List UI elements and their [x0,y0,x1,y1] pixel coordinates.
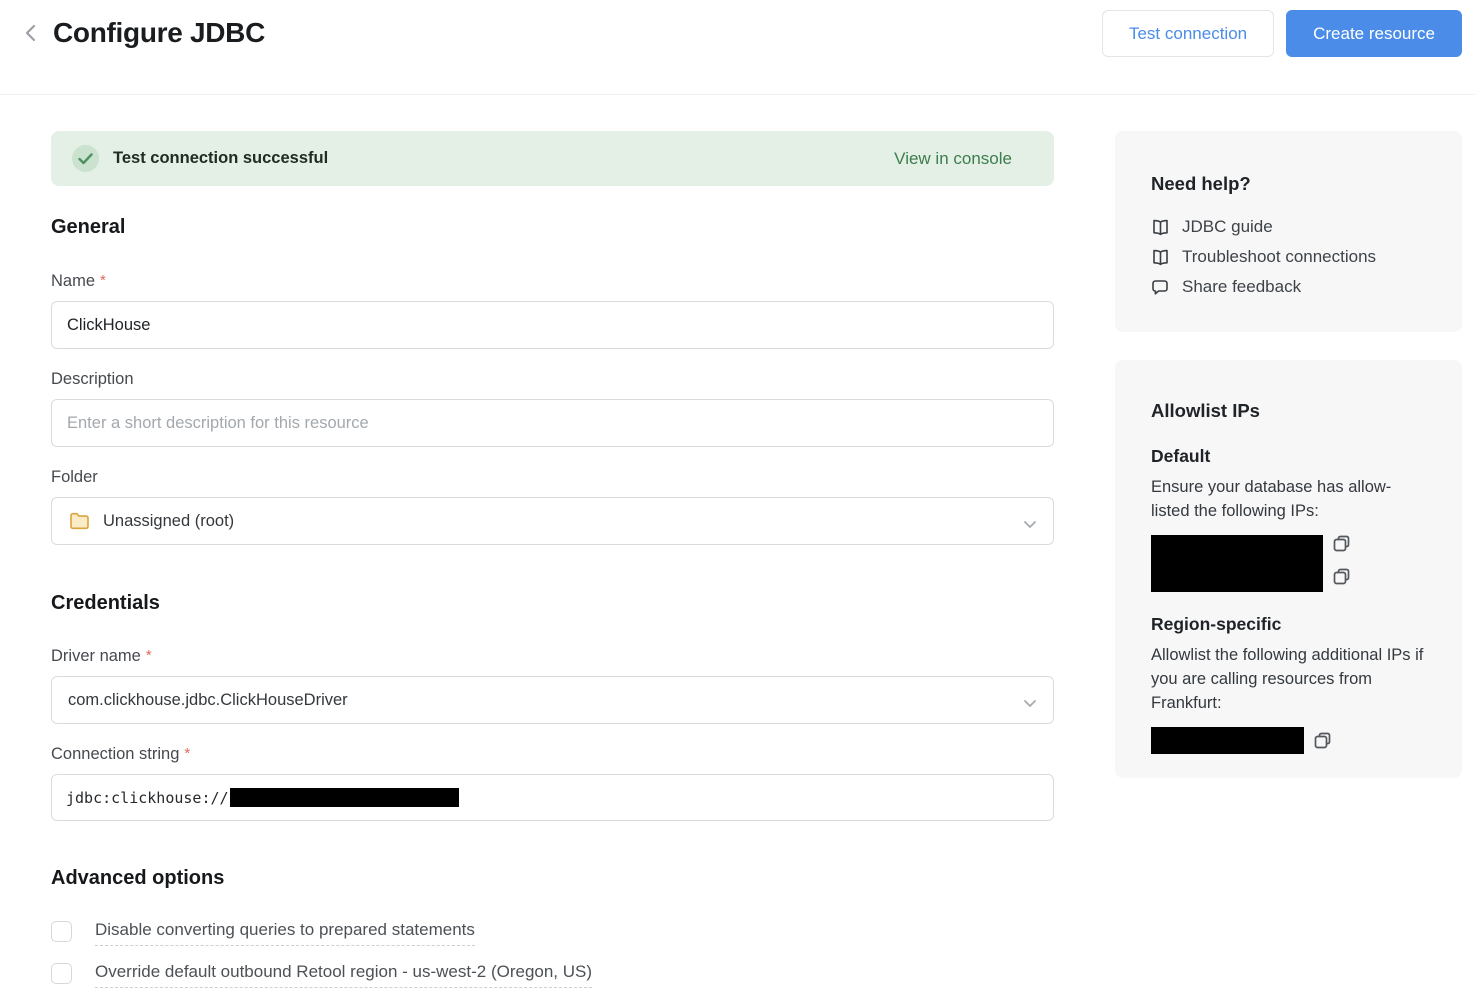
book-icon [1151,219,1170,236]
copy-ip-button[interactable] [1333,535,1350,555]
credentials-heading: Credentials [51,592,1054,615]
default-ip-row [1151,535,1442,592]
option-label: Override default outbound Retool region … [95,962,592,988]
create-resource-button[interactable]: Create resource [1286,10,1462,57]
back-button[interactable] [18,22,42,46]
required-asterisk: * [184,745,190,762]
region-description: Allowlist the following additional IPs i… [1151,643,1433,715]
connection-string-input[interactable]: jdbc:clickhouse:// [51,774,1054,821]
name-input[interactable] [51,301,1054,349]
driver-name-select[interactable]: com.clickhouse.jdbc.ClickHouseDriver [51,676,1054,724]
page-header: Configure JDBC Test connection Create re… [0,0,1475,95]
folder-label: Folder [51,468,1054,487]
copy-icon [1333,535,1350,555]
view-in-console-link[interactable]: View in console [894,149,1012,169]
check-circle-icon [72,145,99,172]
test-connection-button[interactable]: Test connection [1102,10,1274,57]
banner-message: Test connection successful [113,149,328,168]
page-title: Configure JDBC [53,17,265,49]
default-description: Ensure your database has allow-listed th… [1151,475,1407,523]
folder-value: Unassigned (root) [103,512,234,531]
help-links: JDBC guide Troubleshoot connections Shar… [1151,212,1442,302]
copy-buttons [1333,535,1350,588]
required-asterisk: * [146,647,152,664]
help-link-label: Troubleshoot connections [1182,247,1376,267]
folder-select[interactable]: Unassigned (root) [51,497,1054,545]
copy-ip-button[interactable] [1314,732,1331,752]
redacted-default-ips [1151,535,1323,592]
help-link-label: JDBC guide [1182,217,1273,237]
driver-name-value: com.clickhouse.jdbc.ClickHouseDriver [68,691,348,710]
disable-prepared-statements-checkbox[interactable] [51,921,72,942]
copy-icon [1314,732,1331,752]
option-row-override-region: Override default outbound Retool region … [51,962,1054,988]
connection-string-label: Connection string* [51,745,1054,764]
folder-icon [69,512,90,530]
copy-ip-button[interactable] [1333,568,1350,588]
option-row-prepared-statements: Disable converting queries to prepared s… [51,920,1054,946]
connection-string-prefix: jdbc:clickhouse:// [66,789,229,807]
region-ip-row [1151,727,1442,754]
jdbc-guide-link[interactable]: JDBC guide [1151,212,1442,242]
redacted-region-ip [1151,727,1304,754]
override-region-checkbox[interactable] [51,963,72,984]
need-help-panel: Need help? JDBC guide Troubleshoot conne… [1115,131,1462,332]
chevron-down-icon [1023,516,1037,534]
region-specific-subheading: Region-specific [1151,614,1442,635]
description-label: Description [51,370,1054,389]
copy-icon [1333,568,1350,588]
share-feedback-link[interactable]: Share feedback [1151,272,1442,302]
description-input[interactable] [51,399,1054,447]
driver-name-label: Driver name* [51,647,1054,666]
general-heading: General [51,216,1054,239]
troubleshoot-connections-link[interactable]: Troubleshoot connections [1151,242,1442,272]
sidebar: Need help? JDBC guide Troubleshoot conne… [1115,131,1462,778]
required-asterisk: * [100,272,106,289]
need-help-heading: Need help? [1151,173,1442,195]
default-subheading: Default [1151,446,1442,467]
option-label: Disable converting queries to prepared s… [95,920,475,946]
header-actions: Test connection Create resource [1102,10,1462,57]
main-content: Test connection successful View in conso… [51,131,1054,988]
chevron-left-icon [24,23,37,46]
chat-bubble-icon [1151,279,1170,296]
allowlist-ips-heading: Allowlist IPs [1151,400,1442,422]
help-link-label: Share feedback [1182,277,1301,297]
advanced-options-heading: Advanced options [51,867,1054,890]
redacted-connection-host [230,788,459,807]
allowlist-ips-panel: Allowlist IPs Default Ensure your databa… [1115,360,1462,778]
book-icon [1151,249,1170,266]
success-banner: Test connection successful View in conso… [51,131,1054,186]
chevron-down-icon [1023,695,1037,713]
name-label: Name* [51,272,1054,291]
